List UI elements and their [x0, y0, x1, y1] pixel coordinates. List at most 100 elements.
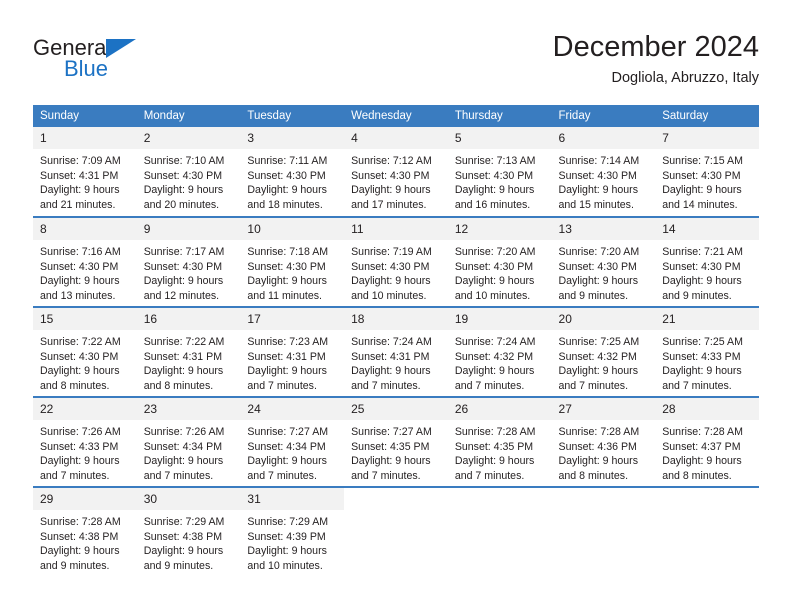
- day-details: Sunrise: 7:20 AM Sunset: 4:30 PM Daylight:…: [448, 240, 552, 303]
- day-cell[interactable]: 15 Sunrise: 7:22 AM Sunset: 4:30 PM Dayligh…: [33, 306, 137, 397]
- daylight-text-line1: Daylight: 9 hours: [40, 184, 120, 197]
- daylight-text-line1: Daylight: 9 hours: [143, 184, 224, 197]
- sunset-text: Sunset: 4:32 PM: [558, 350, 637, 363]
- sunrise-text: Sunrise: 7:29 AM: [247, 516, 329, 528]
- day-cell[interactable]: 25 Sunrise: 7:27 AM Sunset: 4:35 PM Dayligh…: [344, 396, 448, 487]
- daylight-text-line1: Daylight: 9 hours: [247, 275, 327, 288]
- daylight-text-line1: Daylight: 9 hours: [40, 365, 120, 378]
- sunset-text: Sunset: 4:30 PM: [662, 169, 741, 182]
- sunset-text: Sunset: 4:31 PM: [40, 169, 119, 182]
- day-cell[interactable]: 20 Sunrise: 7:25 AM Sunset: 4:32 PM Dayligh…: [551, 306, 656, 397]
- sunset-text: Sunset: 4:30 PM: [558, 169, 637, 182]
- day-cell[interactable]: 26 Sunrise: 7:28 AM Sunset: 4:35 PM Dayligh…: [447, 396, 552, 487]
- day-cell[interactable]: 1 Sunrise: 7:09 AM Sunset: 4:31 PM Daylight…: [33, 127, 137, 217]
- day-number: 9: [136, 218, 241, 240]
- logo-text-blue: Blue: [64, 56, 109, 81]
- daylight-text-line2: and 7 minutes.: [454, 379, 525, 392]
- day-details: Sunrise: 7:14 AM Sunset: 4:30 PM Daylight:…: [552, 149, 656, 212]
- day-cell[interactable]: 24 Sunrise: 7:27 AM Sunset: 4:34 PM Dayligh…: [240, 396, 345, 487]
- day-details: [655, 510, 759, 515]
- daylight-text-line1: Daylight: 9 hours: [662, 365, 742, 378]
- day-cell[interactable]: 28 Sunrise: 7:28 AM Sunset: 4:37 PM Dayligh…: [655, 396, 759, 487]
- daylight-text-line1: Daylight: 9 hours: [143, 365, 224, 378]
- daylight-text-line1: Daylight: 9 hours: [454, 455, 535, 468]
- day-cell[interactable]: 9 Sunrise: 7:17 AM Sunset: 4:30 PM Daylight…: [136, 216, 241, 307]
- sunrise-text: Sunrise: 7:20 AM: [454, 246, 536, 258]
- day-number: 20: [551, 308, 656, 330]
- day-cell[interactable]: 4 Sunrise: 7:12 AM Sunset: 4:30 PM Daylight…: [344, 127, 448, 217]
- daylight-text-line2: and 8 minutes.: [662, 469, 732, 482]
- daylight-text-line1: Daylight: 9 hours: [558, 365, 639, 378]
- general-blue-logo[interactable]: General Blue: [33, 36, 153, 88]
- week-row: 15 Sunrise: 7:22 AM Sunset: 4:30 PM Dayligh…: [33, 306, 759, 397]
- day-number: 19: [447, 308, 552, 330]
- day-cell[interactable]: 19 Sunrise: 7:24 AM Sunset: 4:32 PM Dayligh…: [447, 306, 552, 397]
- day-cell[interactable]: 8 Sunrise: 7:16 AM Sunset: 4:30 PM Daylight…: [33, 216, 137, 307]
- daylight-text-line2: and 13 minutes.: [40, 289, 116, 302]
- daylight-text-line1: Daylight: 9 hours: [40, 455, 120, 468]
- daylight-text-line2: and 7 minutes.: [40, 469, 110, 482]
- day-details: Sunrise: 7:28 AM Sunset: 4:37 PM Daylight:…: [655, 420, 759, 483]
- daylight-text-line2: and 9 minutes.: [40, 559, 110, 572]
- day-cell[interactable]: 11 Sunrise: 7:19 AM Sunset: 4:30 PM Dayligh…: [344, 216, 448, 307]
- day-number: 29: [33, 488, 137, 510]
- day-number: 2: [136, 127, 241, 149]
- day-cell[interactable]: 27 Sunrise: 7:28 AM Sunset: 4:36 PM Dayligh…: [551, 396, 656, 487]
- day-details: Sunrise: 7:24 AM Sunset: 4:31 PM Daylight:…: [344, 330, 448, 393]
- sunset-text: Sunset: 4:36 PM: [558, 440, 637, 453]
- daylight-text-line1: Daylight: 9 hours: [454, 184, 535, 197]
- daylight-text-line1: Daylight: 9 hours: [454, 365, 535, 378]
- sunset-text: Sunset: 4:30 PM: [454, 260, 534, 273]
- day-number: 5: [447, 127, 552, 149]
- sunset-text: Sunset: 4:33 PM: [662, 350, 741, 363]
- sunrise-text: Sunrise: 7:26 AM: [40, 426, 121, 438]
- day-cell[interactable]: 23 Sunrise: 7:26 AM Sunset: 4:34 PM Dayligh…: [136, 396, 241, 487]
- sunrise-text: Sunrise: 7:29 AM: [143, 516, 225, 528]
- day-number: 18: [344, 308, 448, 330]
- day-cell[interactable]: 21 Sunrise: 7:25 AM Sunset: 4:33 PM Dayligh…: [655, 306, 759, 397]
- weekday-header-row: Sunday Monday Tuesday Wednesday Thursday…: [33, 105, 759, 127]
- day-cell[interactable]: 7 Sunrise: 7:15 AM Sunset: 4:30 PM Daylight…: [655, 127, 759, 217]
- day-cell[interactable]: 6 Sunrise: 7:14 AM Sunset: 4:30 PM Daylight…: [551, 127, 656, 217]
- daylight-text-line1: Daylight: 9 hours: [247, 184, 327, 197]
- day-details: Sunrise: 7:27 AM Sunset: 4:34 PM Daylight:…: [240, 420, 344, 483]
- day-number: 6: [551, 127, 656, 149]
- daylight-text-line1: Daylight: 9 hours: [40, 545, 120, 558]
- sunset-text: Sunset: 4:31 PM: [143, 350, 223, 363]
- day-cell[interactable]: 2 Sunrise: 7:10 AM Sunset: 4:30 PM Daylight…: [136, 127, 241, 217]
- daylight-text-line1: Daylight: 9 hours: [558, 275, 639, 288]
- daylight-text-line2: and 8 minutes.: [40, 379, 110, 392]
- sunset-text: Sunset: 4:35 PM: [454, 440, 534, 453]
- day-cell[interactable]: 12 Sunrise: 7:20 AM Sunset: 4:30 PM Dayligh…: [447, 216, 552, 307]
- day-cell[interactable]: 14 Sunrise: 7:21 AM Sunset: 4:30 PM Dayligh…: [655, 216, 759, 307]
- day-cell[interactable]: 29 Sunrise: 7:28 AM Sunset: 4:38 PM Dayligh…: [33, 486, 137, 577]
- sunrise-text: Sunrise: 7:15 AM: [662, 155, 743, 167]
- day-cell-empty: [447, 486, 552, 577]
- day-cell[interactable]: 3 Sunrise: 7:11 AM Sunset: 4:30 PM Daylight…: [240, 127, 345, 217]
- day-cell[interactable]: 13 Sunrise: 7:20 AM Sunset: 4:30 PM Dayligh…: [551, 216, 656, 307]
- sunrise-text: Sunrise: 7:20 AM: [558, 246, 640, 258]
- sunrise-text: Sunrise: 7:11 AM: [247, 155, 328, 167]
- day-number: [344, 488, 448, 510]
- day-cell[interactable]: 5 Sunrise: 7:13 AM Sunset: 4:30 PM Daylight…: [447, 127, 552, 217]
- day-number: 12: [447, 218, 552, 240]
- day-cell[interactable]: 30 Sunrise: 7:29 AM Sunset: 4:38 PM Dayligh…: [136, 486, 241, 577]
- day-cell[interactable]: 16 Sunrise: 7:22 AM Sunset: 4:31 PM Dayligh…: [136, 306, 241, 397]
- day-number: [447, 488, 552, 510]
- day-cell[interactable]: 31 Sunrise: 7:29 AM Sunset: 4:39 PM Dayligh…: [240, 486, 345, 577]
- weekday-header-tuesday: Tuesday: [240, 105, 345, 127]
- day-cell[interactable]: 18 Sunrise: 7:24 AM Sunset: 4:31 PM Dayligh…: [344, 306, 448, 397]
- sunset-text: Sunset: 4:30 PM: [143, 169, 223, 182]
- day-number: 31: [240, 488, 345, 510]
- day-cell[interactable]: 17 Sunrise: 7:23 AM Sunset: 4:31 PM Dayligh…: [240, 306, 345, 397]
- sunrise-text: Sunrise: 7:28 AM: [662, 426, 743, 438]
- daylight-text-line1: Daylight: 9 hours: [351, 275, 431, 288]
- day-number: 21: [655, 308, 759, 330]
- sunset-text: Sunset: 4:38 PM: [143, 530, 223, 543]
- day-number: 10: [240, 218, 345, 240]
- day-details: Sunrise: 7:28 AM Sunset: 4:36 PM Daylight:…: [552, 420, 656, 483]
- day-details: Sunrise: 7:28 AM Sunset: 4:38 PM Daylight:…: [33, 510, 137, 573]
- day-number: 25: [344, 398, 448, 420]
- day-cell[interactable]: 10 Sunrise: 7:18 AM Sunset: 4:30 PM Dayligh…: [240, 216, 345, 307]
- day-cell[interactable]: 22 Sunrise: 7:26 AM Sunset: 4:33 PM Dayligh…: [33, 396, 137, 487]
